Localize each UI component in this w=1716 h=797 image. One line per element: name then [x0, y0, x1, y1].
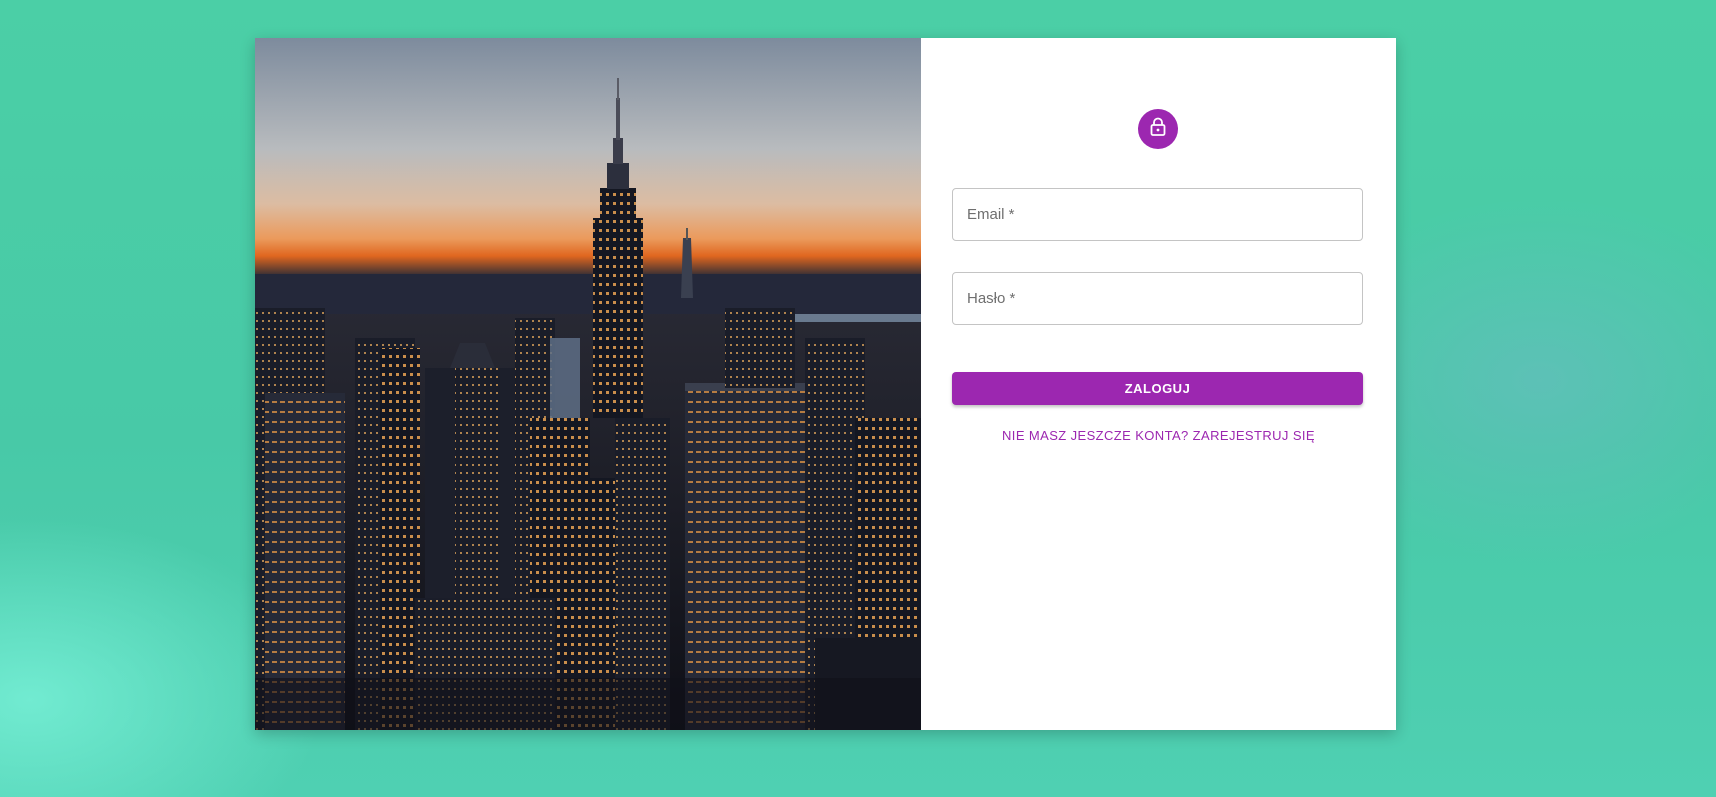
email-field[interactable]: [952, 188, 1363, 241]
lock-icon: [1149, 117, 1167, 142]
password-input[interactable]: [953, 273, 1362, 324]
register-link[interactable]: NIE MASZ JESZCZE KONTA? ZAREJESTRUJ SIĘ: [921, 428, 1396, 443]
city-skyline-image: [255, 38, 921, 730]
login-card: ZALOGUJ NIE MASZ JESZCZE KONTA? ZAREJEST…: [255, 38, 1396, 730]
lock-avatar: [1138, 109, 1178, 149]
login-button[interactable]: ZALOGUJ: [952, 372, 1363, 405]
email-input[interactable]: [953, 189, 1362, 240]
login-form-panel: ZALOGUJ NIE MASZ JESZCZE KONTA? ZAREJEST…: [921, 38, 1396, 730]
password-field[interactable]: [952, 272, 1363, 325]
